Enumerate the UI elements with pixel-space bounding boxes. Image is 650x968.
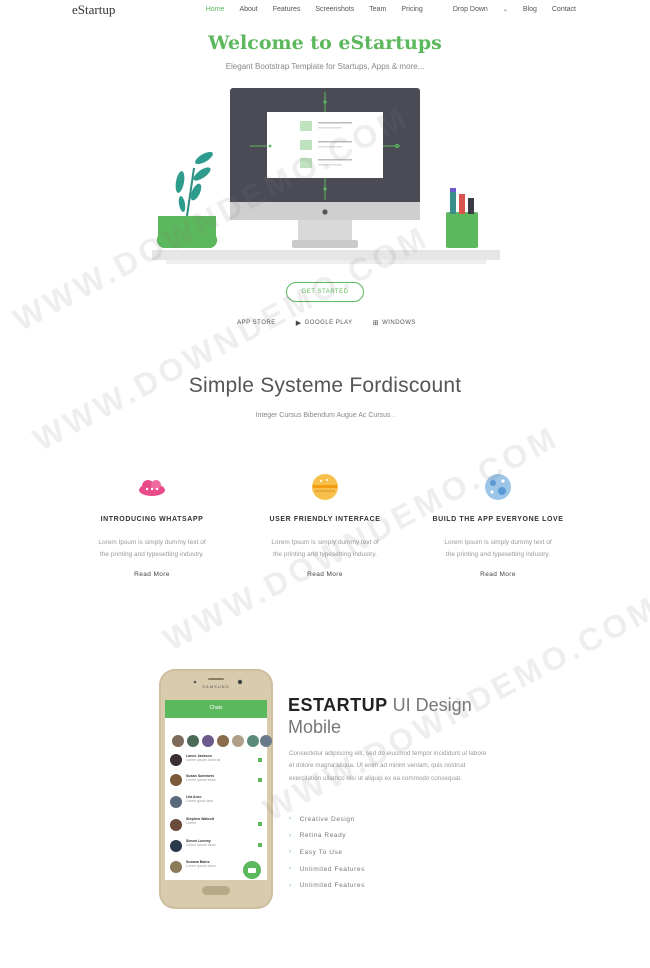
google-play-link[interactable]: ▶ GOOGLE PLAY (296, 319, 353, 327)
chat-message: Lorem ipsum dolor (186, 843, 216, 848)
nav-item-about[interactable]: About (239, 6, 257, 13)
nav-item-home[interactable]: Home (206, 6, 225, 13)
feature-text: Lorem Ipsum is simply dummy text of the … (444, 539, 552, 558)
nav-item-team[interactable]: Team (369, 6, 386, 13)
feature-card: BUILD THE APP EVERYONE LOVE Lorem Ipsum … (418, 470, 578, 578)
list-item: › Creative Design (289, 811, 365, 828)
planet-icon (418, 470, 578, 504)
list-item-label: Unlimited Features (299, 865, 365, 873)
feature-text: Lorem Ipsum is simply dummy text of the … (98, 539, 206, 558)
list-item-label: Retina Ready (299, 832, 347, 840)
cloud-icon (72, 470, 232, 504)
get-started-button[interactable]: GET STARTED (286, 282, 364, 302)
chat-item[interactable]: Lance Jackson Lorem ipsum dolor sit (186, 754, 256, 774)
section3-title-line2: Mobile (288, 717, 342, 737)
chevron-right-icon: › (289, 816, 292, 823)
chevron-right-icon: › (289, 866, 292, 873)
list-item: › Easy To Use (289, 844, 365, 861)
read-more-link[interactable]: Read More (418, 571, 578, 578)
chat-message: Lorem ipsum dolor (186, 864, 216, 869)
chevron-right-icon: › (289, 849, 292, 856)
list-item-label: Unlimited Features (299, 882, 365, 890)
windows-label: WINDOWS (382, 320, 416, 326)
burger-icon (245, 470, 405, 504)
hero-title: Welcome to eStartups (208, 32, 442, 54)
feature-card: INTRODUCING WHATSAPP Lorem Ipsum is simp… (72, 470, 232, 578)
nav-item-screenshots[interactable]: Screenshots (315, 6, 354, 13)
chat-item[interactable]: Stephen Walcott Lorem (186, 817, 256, 839)
nav-item-dropdown[interactable]: Drop Down ⌄ (438, 6, 508, 13)
feature-list: › Creative Design › Retina Ready › Easy To … (289, 811, 365, 894)
play-icon: ▶ (295, 320, 302, 327)
chat-message: Lorem (186, 821, 197, 826)
main-menu: Home About Features Screenshots Team Pri… (191, 6, 576, 13)
store-links: APP STORE ▶ GOOGLE PLAY ⊞ WINDOWS (0, 319, 650, 327)
chevron-right-icon: › (289, 832, 292, 839)
nav-item-pricing[interactable]: Pricing (401, 6, 422, 13)
feature-title: BUILD THE APP EVERYONE LOVE (432, 516, 564, 523)
list-item: › Retina Ready (289, 828, 365, 845)
chat-message: Lorem ipsum dolor (186, 778, 216, 783)
chat-item[interactable]: Susana Bains Lorem ipsum dolor (186, 860, 256, 880)
windows-icon: ⊞ (372, 320, 380, 327)
read-more-link[interactable]: Read More (72, 571, 232, 578)
section-subtitle: Integer Cursus Bibendum Augue Ac Cursus … (255, 412, 395, 419)
top-navbar: eStartup Home About Features Screenshots… (0, 0, 650, 20)
list-item: › Unlimited Features (289, 877, 365, 894)
site-logo[interactable]: eStartup (72, 2, 115, 18)
nav-item-blog[interactable]: Blog (523, 6, 537, 13)
section3-title-light: UI Design (387, 695, 472, 715)
chat-item[interactable]: Lila Arno Lorem good idea (186, 795, 256, 817)
nav-item-dropdown-label: Drop Down (452, 6, 488, 13)
chat-message: Lorem good idea (186, 799, 213, 804)
chevron-down-icon: ⌄ (502, 7, 508, 13)
read-more-link[interactable]: Read More (245, 571, 405, 578)
google-play-label: GOOGLE PLAY (304, 320, 353, 326)
chat-list: Lance Jackson Lorem ipsum dolor sit Susan… (186, 754, 256, 880)
phone-brand: SAMSUNG (202, 684, 230, 689)
section3-text: Consectetur adipiscing elit, sed do eius… (289, 750, 487, 782)
feature-card: USER FRIENDLY INTERFACE Lorem Ipsum is s… (245, 470, 405, 578)
section3-title: ESTARTUP UI Design (288, 695, 472, 716)
section3-title-bold: ESTARTUP (288, 695, 388, 715)
chat-item[interactable]: Simon Lummy Lorem ipsum dolor (186, 839, 256, 860)
list-item-label: Creative Design (299, 815, 355, 823)
windows-link[interactable]: ⊞ WINDOWS (373, 319, 416, 327)
section-title: Simple Systeme Fordiscount (188, 374, 462, 397)
list-item: › Unlimited Features (289, 861, 365, 878)
nav-item-contact[interactable]: Contact (552, 6, 576, 13)
hero-illustration (152, 88, 500, 264)
nav-item-features[interactable]: Features (273, 6, 301, 13)
app-store-link[interactable]: APP STORE (234, 319, 276, 327)
feature-title: INTRODUCING WHATSAPP (100, 516, 204, 523)
chevron-right-icon: › (289, 882, 292, 889)
phone-chats-header: Chats (209, 705, 223, 711)
app-store-label: APP STORE (237, 320, 276, 326)
hero-subtitle: Elegant Bootstrap Template for Startups,… (225, 62, 425, 71)
phone-mockup: SAMSUNG Chats Lance Jackson Lorem ipsum d… (158, 668, 274, 910)
chat-item[interactable]: Susan Sommers Lorem ipsum dolor (186, 774, 256, 795)
list-item-label: Easy To Use (299, 848, 343, 856)
chat-message: Lorem ipsum dolor sit (186, 758, 221, 763)
feature-title: USER FRIENDLY INTERFACE (269, 516, 381, 523)
feature-text: Lorem Ipsum is simply dummy text of the … (271, 539, 379, 558)
